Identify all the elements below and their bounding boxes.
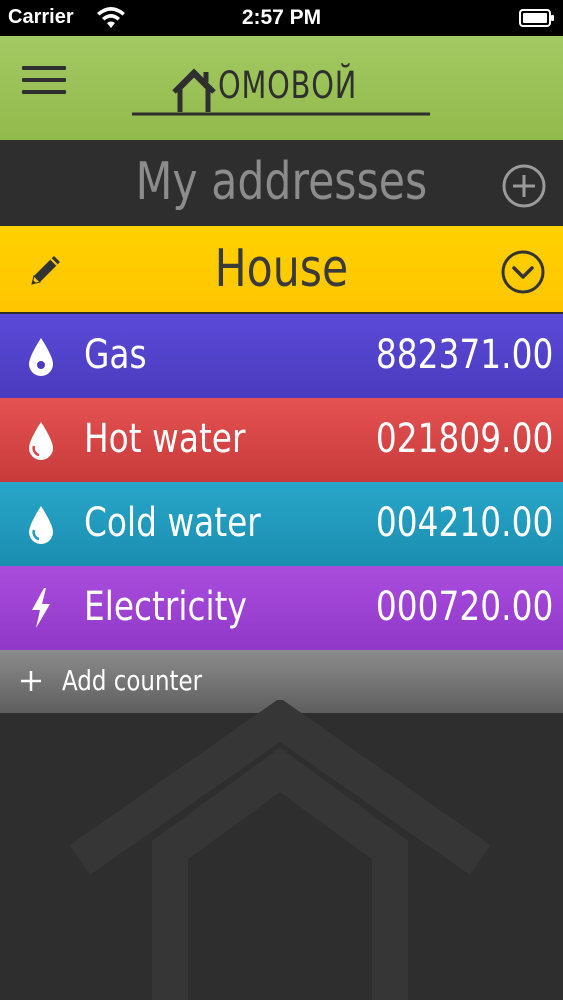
addresses-title: My addresses	[135, 152, 428, 212]
battery-icon	[519, 9, 554, 27]
status-time: 2:57 PM	[241, 6, 322, 29]
drop-icon	[29, 338, 53, 376]
counter-name: Cold water	[84, 500, 261, 546]
counter-row-gas[interactable]: Gas 882371.00	[0, 314, 563, 398]
drop-icon	[29, 506, 53, 544]
counter-name: Gas	[84, 332, 147, 378]
address-house-row[interactable]: House	[0, 226, 563, 312]
counter-name: Hot water	[84, 416, 246, 462]
drop-icon	[29, 422, 53, 460]
app-logo: ОМОВОЙ	[130, 52, 432, 120]
counter-value: 004210.00	[375, 500, 553, 546]
counter-value: 000720.00	[375, 584, 553, 630]
app-header: ОМОВОЙ	[0, 36, 563, 178]
addresses-bar: My addresses	[0, 140, 563, 226]
add-counter-label: Add counter	[62, 664, 203, 697]
plus-circle-icon[interactable]	[501, 163, 547, 209]
counter-name: Electricity	[84, 584, 247, 630]
counter-value: 882371.00	[375, 332, 553, 378]
counter-row-electricity[interactable]: Electricity 000720.00	[0, 566, 563, 650]
chevron-down-circle-icon[interactable]	[499, 248, 547, 296]
lightning-icon	[32, 588, 50, 628]
hamburger-menu-icon[interactable]	[22, 66, 66, 96]
address-name: House	[214, 239, 349, 299]
counter-row-cold-water[interactable]: Cold water 004210.00	[0, 482, 563, 566]
background-house-icon	[69, 700, 491, 1000]
status-bar: Carrier 2:57 PM	[0, 0, 563, 36]
counter-row-hot-water[interactable]: Hot water 021809.00	[0, 398, 563, 482]
plus-icon	[21, 671, 41, 691]
logo-text: ОМОВОЙ	[218, 64, 358, 107]
counter-value: 021809.00	[375, 416, 553, 462]
